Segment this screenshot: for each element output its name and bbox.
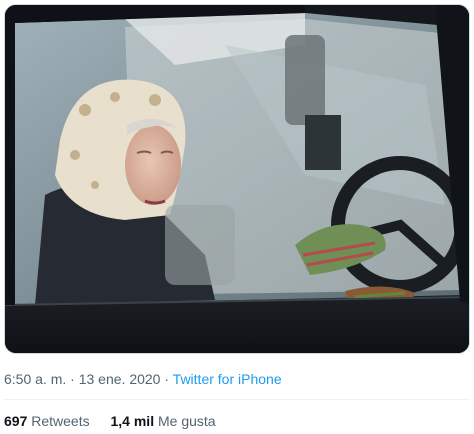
likes-stat[interactable]: 1,4 mil Me gusta [111,413,216,429]
tweet-time[interactable]: 6:50 a. m. [4,371,66,387]
retweets-stat[interactable]: 697 Retweets [4,413,94,429]
retweets-count: 697 [4,413,28,429]
tweet-timestamp-line: 6:50 a. m. · 13 ene. 2020 · Twitter for … [4,371,282,387]
likes-count: 1,4 mil [110,413,155,429]
tweet-detail: 6:50 a. m. · 13 ene. 2020 · Twitter for … [0,0,474,434]
divider [4,399,470,400]
car-window-photo [5,5,469,353]
tweet-stats: 697 Retweets 1,4 mil Me gusta [4,413,233,429]
tweet-date[interactable]: 13 ene. 2020 [79,371,161,387]
meta-separator: · [70,371,75,387]
tweet-photo[interactable] [4,4,470,354]
retweets-label: Retweets [31,413,90,429]
likes-label: Me gusta [157,413,216,429]
tweet-source-link[interactable]: Twitter for iPhone [173,371,282,387]
meta-separator: · [164,371,170,387]
